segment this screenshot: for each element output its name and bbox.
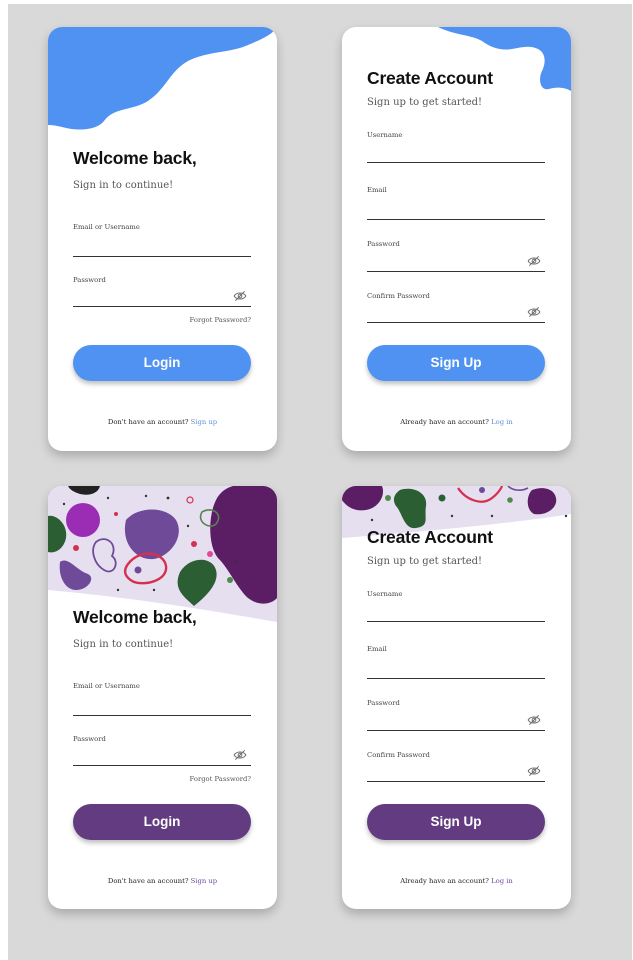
email-input[interactable]: [367, 668, 545, 679]
email-label: Email: [367, 186, 387, 194]
email-username-label: Email or Username: [73, 223, 140, 231]
password-input[interactable]: [73, 296, 251, 307]
email-username-label: Email or Username: [73, 682, 140, 690]
signup-button[interactable]: Sign Up: [367, 345, 545, 381]
signup-title: Create Account: [367, 68, 493, 88]
email-label: Email: [367, 645, 387, 653]
eye-slash-icon[interactable]: [527, 254, 541, 268]
login-prompt: Already have an account? Log in: [342, 418, 571, 426]
username-label: Username: [367, 590, 403, 598]
confirm-password-label: Confirm Password: [367, 751, 430, 759]
username-input[interactable]: [367, 611, 545, 622]
username-input[interactable]: [367, 152, 545, 163]
login-button[interactable]: Login: [73, 804, 251, 840]
login-subtitle: Sign in to continue!: [73, 639, 174, 650]
login-button[interactable]: Login: [73, 345, 251, 381]
signup-link[interactable]: Sign up: [191, 877, 217, 885]
login-link[interactable]: Log in: [491, 877, 513, 885]
password-label: Password: [367, 699, 400, 707]
email-username-input[interactable]: [73, 705, 251, 716]
login-card-blue: Welcome back, Sign in to continue! Email…: [48, 27, 277, 451]
password-label: Password: [73, 276, 106, 284]
eye-slash-icon[interactable]: [233, 289, 247, 303]
login-prompt: Already have an account? Log in: [342, 877, 571, 885]
email-username-input[interactable]: [73, 246, 251, 257]
login-link[interactable]: Log in: [491, 418, 513, 426]
confirm-password-input[interactable]: [367, 312, 545, 323]
confirm-password-input[interactable]: [367, 771, 545, 782]
login-title: Welcome back,: [73, 607, 197, 627]
signup-button[interactable]: Sign Up: [367, 804, 545, 840]
signup-subtitle: Sign up to get started!: [367, 556, 483, 567]
signup-prompt: Don't have an account? Sign up: [48, 877, 277, 885]
username-label: Username: [367, 131, 403, 139]
login-prompt-text: Already have an account?: [400, 418, 489, 426]
confirm-password-label: Confirm Password: [367, 292, 430, 300]
eye-slash-icon[interactable]: [233, 748, 247, 762]
signup-prompt-text: Don't have an account?: [107, 877, 189, 885]
canvas-background: Welcome back, Sign in to continue! Email…: [8, 4, 632, 960]
forgot-password-link[interactable]: Forgot Password?: [190, 316, 251, 324]
signup-subtitle: Sign up to get started!: [367, 97, 483, 108]
signup-prompt: Don't have an account? Sign up: [48, 418, 277, 426]
signup-title: Create Account: [367, 527, 493, 547]
password-input[interactable]: [367, 720, 545, 731]
eye-slash-icon[interactable]: [527, 764, 541, 778]
email-input[interactable]: [367, 209, 545, 220]
signup-card-blue: Create Account Sign up to get started! U…: [342, 27, 571, 451]
login-card-purple: Welcome back, Sign in to continue! Email…: [48, 486, 277, 909]
login-title: Welcome back,: [73, 148, 197, 168]
password-input[interactable]: [73, 755, 251, 766]
login-subtitle: Sign in to continue!: [73, 180, 174, 191]
signup-prompt-text: Don't have an account?: [107, 418, 189, 426]
password-input[interactable]: [367, 261, 545, 272]
signup-link[interactable]: Sign up: [191, 418, 217, 426]
password-label: Password: [73, 735, 106, 743]
forgot-password-link[interactable]: Forgot Password?: [190, 775, 251, 783]
password-label: Password: [367, 240, 400, 248]
eye-slash-icon[interactable]: [527, 713, 541, 727]
signup-card-purple: Create Account Sign up to get started! U…: [342, 486, 571, 909]
login-prompt-text: Already have an account?: [400, 877, 489, 885]
eye-slash-icon[interactable]: [527, 305, 541, 319]
